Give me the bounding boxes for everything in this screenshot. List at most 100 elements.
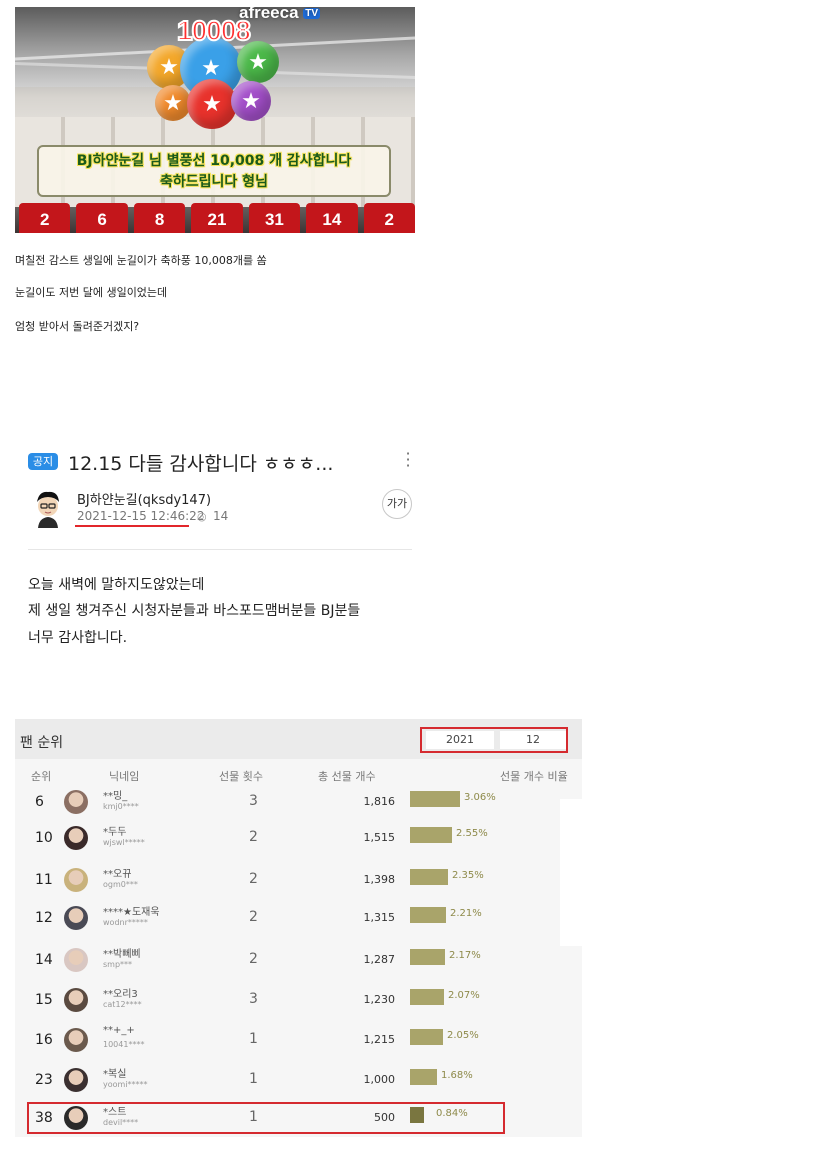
font-size-button[interactable]: 가가 (382, 489, 412, 519)
rank-number: 14 (35, 952, 53, 968)
total-gifts: 1,230 (363, 993, 396, 1006)
fan-ranking-row[interactable]: 6 **밍_ kmj0**** 3 1,816 3.06% (15, 783, 567, 821)
gift-count: 2 (249, 871, 258, 887)
column-header-total-gifts: 총 선물 개수 (318, 770, 376, 783)
ratio-bar (410, 1029, 443, 1045)
total-gifts: 1,398 (363, 873, 396, 886)
banner-line: BJ하얀눈길 님 별풍선 10,008 개 감사합니다 (76, 153, 352, 169)
ratio-percent: 2.17% (449, 950, 481, 961)
ratio-percent: 2.21% (450, 908, 482, 919)
total-gifts: 1,515 (363, 831, 396, 844)
star-balloon-icon: ★ (187, 79, 237, 129)
fan-nickname[interactable]: **밍_ (103, 787, 127, 802)
fan-nickname[interactable]: *복실 (103, 1065, 126, 1080)
total-gifts: 1,000 (363, 1073, 396, 1086)
ratio-bar (410, 1069, 437, 1085)
notice-badge: 공지 (28, 453, 58, 470)
logo-text: afreeca (239, 7, 299, 22)
gift-count: 2 (249, 909, 258, 925)
eye-icon: ◎ (197, 510, 207, 523)
fan-nickname[interactable]: **박뻬삐 (103, 945, 141, 960)
month-select[interactable]: 12 (500, 731, 566, 749)
gift-count: 3 (249, 793, 258, 809)
fan-ranking-panel: 팬 순위 2021 12 순위 닉네임 선물 횟수 총 선물 개수 선물 개수 … (15, 719, 620, 1137)
fan-avatar[interactable] (64, 1028, 88, 1052)
fan-ranking-row[interactable]: 12 ****★도재욱 wodnr***** 2 1,315 2.21% (15, 899, 567, 937)
period-selector: 2021 12 (420, 727, 568, 753)
jersey: 31 (248, 203, 301, 233)
rank-number: 10 (35, 830, 53, 846)
ratio-bar (410, 907, 446, 923)
gift-count: 2 (249, 829, 258, 845)
notice-title[interactable]: 12.15 다들 감사합니다 ㅎㅎㅎ... (68, 449, 333, 476)
gift-count: 2 (249, 951, 258, 967)
fan-avatar[interactable] (64, 826, 88, 850)
fan-ranking-header: 팬 순위 2021 12 (15, 719, 582, 759)
star-balloon-icon: ★ (155, 85, 191, 121)
total-gifts: 1,215 (363, 1033, 396, 1046)
rank-number: 12 (35, 910, 53, 926)
more-options-icon[interactable]: · · · (404, 446, 412, 474)
fan-avatar[interactable] (64, 790, 88, 814)
fan-avatar[interactable] (64, 906, 88, 930)
fan-id: wodnr***** (103, 918, 148, 927)
rank-number: 16 (35, 1032, 53, 1048)
column-header-gift-count: 선물 횟수 (219, 770, 263, 783)
fan-id: ogm0*** (103, 880, 138, 889)
rank-number: 11 (35, 872, 53, 888)
fan-id: yoomi***** (103, 1080, 148, 1089)
thanks-banner: BJ하얀눈길 님 별풍선 10,008 개 감사합니다 축하드립니다 형님 (37, 145, 391, 197)
total-gifts: 1,315 (363, 911, 396, 924)
jersey: 21 (191, 203, 243, 233)
year-select[interactable]: 2021 (426, 731, 494, 749)
jersey: 2 (363, 203, 415, 233)
fan-ranking-row[interactable]: 15 **오리3 cat12**** 3 1,230 2.07% (15, 981, 567, 1019)
ratio-bar (410, 989, 444, 1005)
star-balloon-icon: ★ (231, 81, 271, 121)
post-date: 2021-12-15 12:46:22 (77, 509, 205, 523)
fan-id: kmj0**** (103, 802, 139, 811)
fan-avatar[interactable] (64, 1068, 88, 1092)
highlight-box (27, 1102, 505, 1134)
logo-badge: TV (303, 8, 321, 20)
ratio-percent: 2.05% (447, 1030, 479, 1041)
gift-count: 1 (249, 1071, 258, 1087)
fan-ranking-row[interactable]: 11 **오뀨 ogm0*** 2 1,398 2.35% (15, 861, 567, 899)
fan-ranking-row[interactable]: 10 *두두 wjswl***** 2 1,515 2.55% (15, 819, 567, 857)
notice-body-line: 제 생일 챙겨주신 시청자분들과 바스포드맴버분들 BJ분들 (28, 603, 361, 619)
broadcast-screenshot: 2 6 8 21 31 14 2 ★ ★ ★ ★ ★ ★ 10008 afree… (15, 7, 415, 233)
total-gifts: 1,816 (363, 795, 396, 808)
fan-avatar[interactable] (64, 948, 88, 972)
fan-nickname[interactable]: **오뀨 (103, 865, 131, 880)
date-highlight-underline (75, 525, 189, 527)
ratio-bar (410, 949, 445, 965)
banner-line: 축하드립니다 형님 (160, 174, 268, 190)
author-name[interactable]: BJ하얀눈길(qksdy147) (77, 489, 211, 508)
fan-nickname[interactable]: **+_+ (103, 1025, 135, 1036)
post-text: 눈길이도 저번 달에 생일이었는데 (15, 286, 168, 299)
fan-nickname[interactable]: *두두 (103, 823, 126, 838)
rank-number: 15 (35, 992, 53, 1008)
fan-avatar[interactable] (64, 868, 88, 892)
fan-ranking-title: 팬 순위 (20, 735, 64, 751)
notice-body-line: 너무 감사합니다. (28, 630, 128, 646)
fan-id: cat12**** (103, 1000, 142, 1009)
fan-nickname[interactable]: **오리3 (103, 985, 138, 1000)
ratio-percent: 2.07% (448, 990, 480, 1001)
fan-nickname[interactable]: ****★도재욱 (103, 903, 160, 918)
post-text: 엄청 받아서 돌려준거겠지? (15, 320, 140, 333)
fan-avatar[interactable] (64, 988, 88, 1012)
notice-body-line: 오늘 새벽에 말하지도않았는데 (28, 577, 205, 593)
ratio-percent: 1.68% (441, 1070, 473, 1081)
jersey: 2 (19, 203, 71, 233)
column-header-ratio: 선물 개수 비율 (500, 770, 568, 783)
column-header-rank: 순위 (31, 770, 52, 783)
ratio-bar (410, 791, 460, 807)
fan-ranking-row[interactable]: 23 *복실 yoomi***** 1 1,000 1.68% (15, 1061, 567, 1099)
ratio-bar (410, 827, 452, 843)
fan-ranking-row[interactable]: 16 **+_+ 10041**** 1 1,215 2.05% (15, 1021, 567, 1059)
ratio-bar (410, 869, 448, 885)
fan-ranking-row[interactable]: 14 **박뻬삐 smp*** 2 1,287 2.17% (15, 941, 567, 979)
fan-id: smp*** (103, 960, 133, 969)
author-avatar[interactable] (33, 488, 63, 528)
